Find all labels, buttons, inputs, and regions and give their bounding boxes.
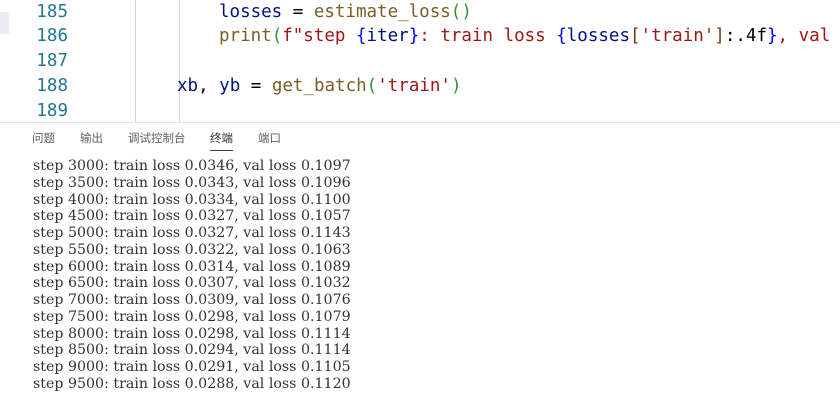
code-token: 'train' [640,26,715,46]
code-token: = [282,2,314,22]
code-token: } [767,26,778,46]
code-text: losses = estimate_loss() [219,0,472,25]
code-editor[interactable]: 185 losses = estimate_loss() 186 print(f"st… [0,0,840,122]
code-token: , [198,76,220,96]
code-token: ] [714,26,725,46]
line-number: 187 [36,51,68,71]
code-token: estimate_loss [313,2,451,22]
code-line[interactable]: 187 [0,49,840,74]
code-line[interactable]: 189 [0,99,840,122]
code-token: print [219,26,272,46]
terminal-line: step 4500: train loss 0.0327, val loss 0… [33,208,351,225]
terminal-output[interactable]: step 3000: train loss 0.0346, val loss 0… [33,158,833,393]
tab-terminal[interactable]: 终端 [210,129,233,151]
code-token: losses [219,2,283,22]
code-line[interactable]: 188 xb, yb = get_batch('train') [0,74,840,99]
code-token: 'train' [377,76,451,96]
terminal-line: step 8500: train loss 0.0294, val loss 0… [33,342,351,359]
terminal-line: step 4000: train loss 0.0334, val loss 0… [33,191,351,208]
code-token: f"step [282,26,356,46]
code-token: xb [177,76,199,96]
code-token: losses [566,26,630,46]
code-token: } [408,26,420,46]
code-token: ( [271,26,283,46]
code-token: [ [629,26,641,46]
code-text: xb, yb = get_batch('train') [177,74,462,99]
terminal-line: step 7500: train loss 0.0298, val loss 0… [33,308,351,325]
tab-output[interactable]: 输出 [80,129,103,151]
line-number: 189 [36,101,68,121]
code-token: ( [366,76,378,96]
code-token: , val l [777,26,831,46]
code-token: iter [366,26,409,46]
panel-tabs: 问题 输出 调试控制台 终端 端口 [0,123,840,153]
line-number: 188 [36,76,68,96]
code-text: print(f"step {iter}: train loss {losses[… [219,24,840,49]
code-token: = [240,76,272,96]
terminal-line: step 9000: train loss 0.0291, val loss 0… [33,359,351,375]
line-number: 186 [36,26,68,46]
terminal-line: step 3500: train loss 0.0343, val loss 0… [33,174,351,191]
tab-problems[interactable]: 问题 [32,129,55,151]
vscode-window: 185 losses = estimate_loss() 186 print(f"st… [0,0,840,420]
code-token: :.4f [724,26,767,46]
code-token: () [450,2,472,22]
terminal-line: step 7000: train loss 0.0309, val loss 0… [33,292,351,308]
code-token: : train loss [419,26,557,46]
terminal-line: step 5000: train loss 0.0327, val loss 0… [33,225,351,241]
terminal-line: step 6000: train loss 0.0314, val loss 0… [33,258,351,275]
code-token: { [356,26,367,46]
tab-ports[interactable]: 端口 [258,129,281,151]
code-line[interactable]: 185 losses = estimate_loss() [0,0,840,25]
line-number: 185 [36,2,68,22]
terminal-line: step 3000: train loss 0.0346, val loss 0… [33,158,351,174]
tab-debug-console[interactable]: 调试控制台 [128,129,186,151]
terminal-line: step 8000: train loss 0.0298, val loss 0… [33,325,351,342]
terminal-line: step 9500: train loss 0.0288, val loss 0… [33,375,351,392]
code-line[interactable]: 186 print(f"step {iter}: train loss {loss… [0,24,840,49]
code-token: yb [219,76,241,96]
bottom-panel: 问题 输出 调试控制台 终端 端口 step 3000: train loss … [0,122,840,420]
code-token: ) [450,76,462,96]
terminal-line: step 5500: train loss 0.0322, val loss 0… [33,241,351,258]
terminal-line: step 6500: train loss 0.0307, val loss 0… [33,275,351,292]
code-token: { [556,26,567,46]
code-token: get_batch [271,76,367,96]
